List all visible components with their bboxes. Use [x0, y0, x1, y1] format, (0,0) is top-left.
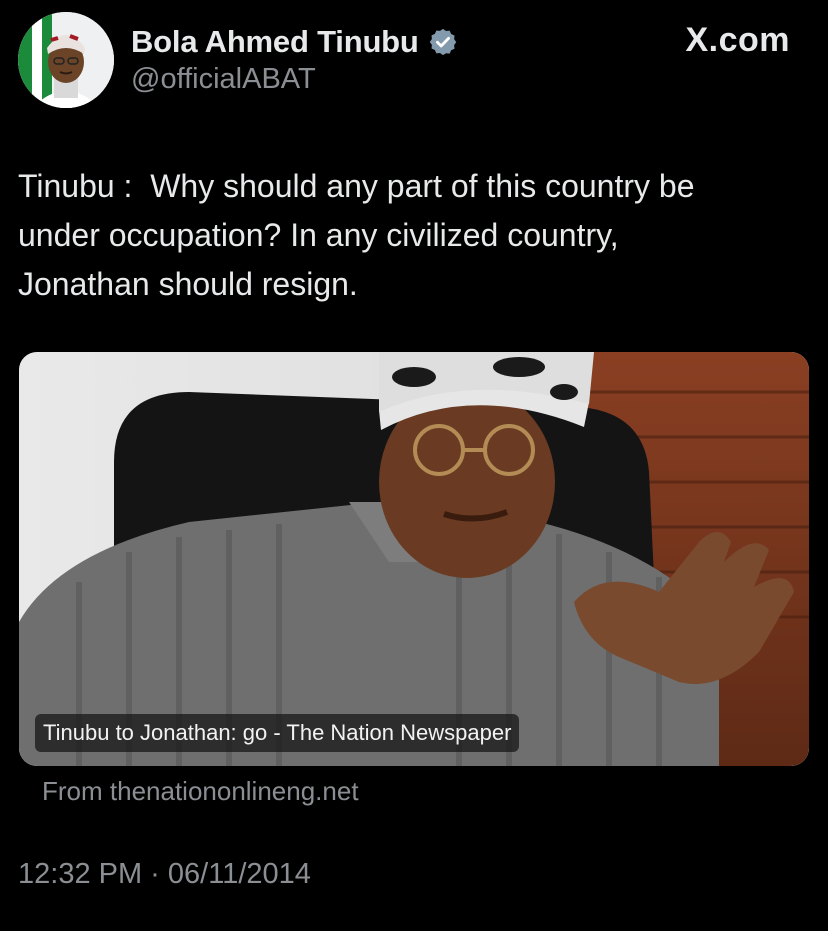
card-source[interactable]: From thenationonlineng.net [42, 776, 359, 807]
author-handle[interactable]: @officialABAT [131, 63, 316, 96]
avatar-image [18, 12, 114, 108]
link-card[interactable]: Tinubu to Jonathan: go - The Nation News… [19, 352, 809, 766]
verified-badge-icon [429, 28, 456, 56]
card-photo [19, 352, 809, 766]
author-name[interactable]: Bola Ahmed Tinubu [131, 24, 419, 60]
tweet-text: Tinubu : Why should any part of this cou… [18, 168, 695, 302]
profile-avatar[interactable] [18, 12, 114, 108]
card-caption: Tinubu to Jonathan: go - The Nation News… [35, 714, 520, 752]
author-row[interactable]: Bola Ahmed Tinubu [131, 22, 458, 62]
tweet-timestamp[interactable]: 12:32 PM · 06/11/2014 [18, 858, 311, 891]
brand-logo: X.com [685, 21, 790, 59]
